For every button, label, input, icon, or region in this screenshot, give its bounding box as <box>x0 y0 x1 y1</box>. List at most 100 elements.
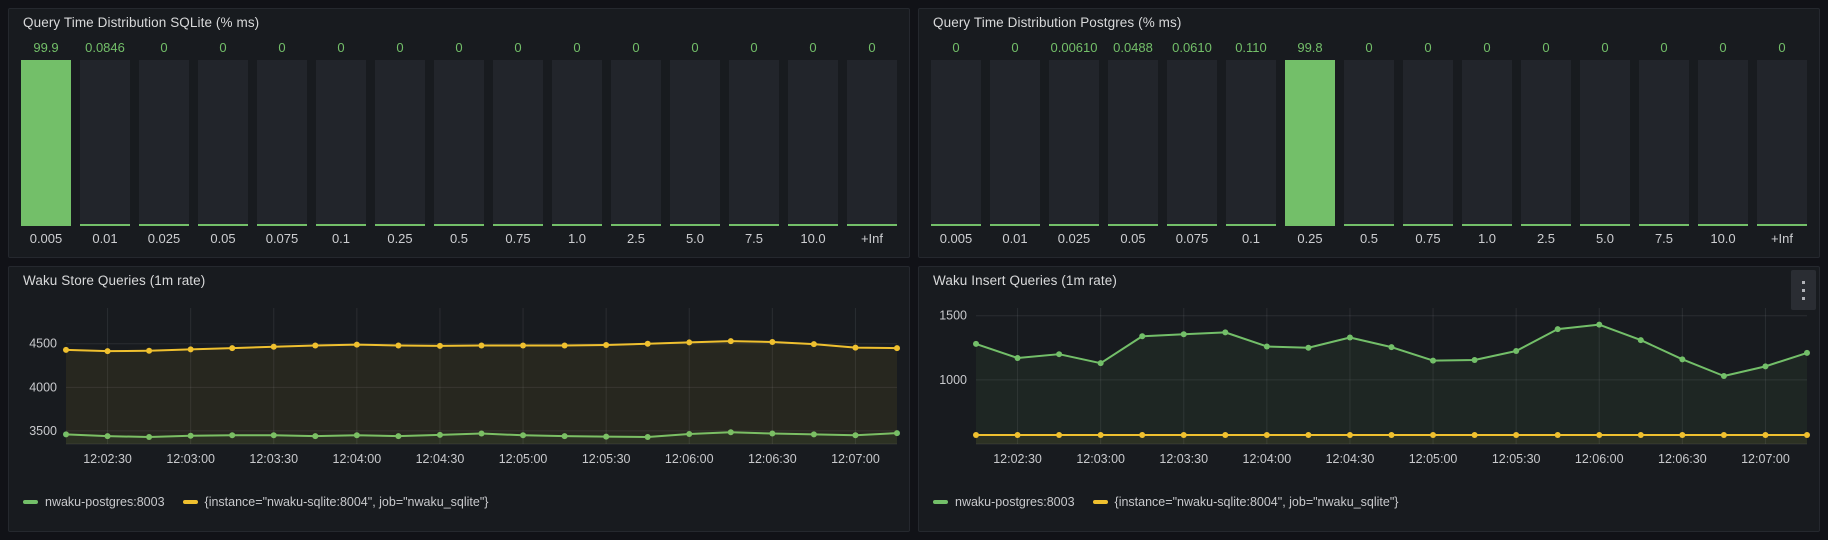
panel-title[interactable]: Waku Insert Queries (1m rate) <box>919 267 1819 290</box>
histogram-bar-group: 00.05 <box>198 38 248 246</box>
histogram-bar[interactable] <box>1167 60 1217 226</box>
chart-legend: nwaku-postgres:8003 {instance="nwaku-sqli… <box>9 492 909 509</box>
x-tick-label: 0.25 <box>375 226 425 246</box>
legend-swatch-icon <box>1093 500 1108 504</box>
x-tick-label: 0.075 <box>1167 226 1217 246</box>
histogram-bar[interactable] <box>21 60 71 226</box>
series-point <box>354 342 360 348</box>
histogram-postgres: 00.00500.010.006100.0250.04880.050.06100… <box>919 32 1819 246</box>
histogram-bar[interactable] <box>1403 60 1453 226</box>
x-tick-label: 12:06:00 <box>1575 452 1624 466</box>
x-tick-label: 0.075 <box>257 226 307 246</box>
histogram-bar[interactable] <box>1462 60 1512 226</box>
panel-title[interactable]: Query Time Distribution SQLite (% ms) <box>9 9 909 32</box>
x-tick-label: 12:05:30 <box>1492 452 1541 466</box>
histogram-bar[interactable] <box>434 60 484 226</box>
histogram-bar[interactable] <box>1226 60 1276 226</box>
panel-title[interactable]: Query Time Distribution Postgres (% ms) <box>919 9 1819 32</box>
histogram-bar[interactable] <box>1108 60 1158 226</box>
histogram-bar[interactable] <box>1698 60 1748 226</box>
series-point <box>1222 432 1228 438</box>
histogram-bar-group: 00.1 <box>316 38 366 246</box>
legend-label: nwaku-postgres:8003 <box>45 495 165 509</box>
bar-value-label: 0 <box>990 38 1040 57</box>
histogram-bar[interactable] <box>257 60 307 226</box>
histogram-bar[interactable] <box>375 60 425 226</box>
x-tick-label: 12:06:30 <box>748 452 797 466</box>
histogram-bar[interactable] <box>729 60 779 226</box>
histogram-bar[interactable] <box>198 60 248 226</box>
timeseries-chart[interactable]: 35004000450012:02:3012:03:0012:03:3012:0… <box>9 294 909 492</box>
histogram-bar[interactable] <box>931 60 981 226</box>
histogram-bar-group: 02.5 <box>1521 38 1571 246</box>
histogram-bar-fill <box>1108 224 1158 226</box>
x-tick-label: 12:03:30 <box>1159 452 1208 466</box>
histogram-bar[interactable] <box>139 60 189 226</box>
histogram-bar-fill <box>1639 224 1689 226</box>
histogram-bar-fill <box>1403 224 1453 226</box>
histogram-bar[interactable] <box>670 60 720 226</box>
histogram-bar[interactable] <box>1344 60 1394 226</box>
x-tick-label: 12:02:30 <box>83 452 132 466</box>
series-point <box>728 338 734 344</box>
histogram-bar[interactable] <box>1285 60 1335 226</box>
x-tick-label: 12:07:00 <box>1741 452 1790 466</box>
histogram-bar[interactable] <box>493 60 543 226</box>
x-tick-label: 0.005 <box>21 226 71 246</box>
series-point <box>1638 337 1644 343</box>
histogram-bar[interactable] <box>552 60 602 226</box>
series-point <box>1222 329 1228 335</box>
timeseries-chart[interactable]: 1000150012:02:3012:03:0012:03:3012:04:00… <box>919 294 1819 492</box>
histogram-bar-fill <box>80 224 130 226</box>
histogram-bar[interactable] <box>1049 60 1099 226</box>
histogram-bar[interactable] <box>1580 60 1630 226</box>
x-tick-label: 7.5 <box>1639 226 1689 246</box>
histogram-bar-group: 0+Inf <box>1757 38 1807 246</box>
series-point <box>811 341 817 347</box>
histogram-bar[interactable] <box>788 60 838 226</box>
bar-value-label: 0 <box>552 38 602 57</box>
histogram-sqlite: 99.90.0050.08460.0100.02500.0500.07500.1… <box>9 32 909 246</box>
x-tick-label: 1.0 <box>552 226 602 246</box>
x-tick-label: 0.025 <box>1049 226 1099 246</box>
histogram-bar-group: 0.006100.025 <box>1049 38 1099 246</box>
panel-waku-insert-queries: Waku Insert Queries (1m rate) 1000150012… <box>918 266 1820 532</box>
histogram-bar[interactable] <box>316 60 366 226</box>
series-point <box>562 342 568 348</box>
x-tick-label: 0.25 <box>1285 226 1335 246</box>
legend-item[interactable]: {instance="nwaku-sqlite:8004", job="nwak… <box>1093 495 1399 509</box>
x-tick-label: 12:05:30 <box>582 452 631 466</box>
bar-value-label: 0 <box>1757 38 1807 57</box>
series-point <box>1139 432 1145 438</box>
histogram-bar[interactable] <box>611 60 661 226</box>
histogram-bar[interactable] <box>1639 60 1689 226</box>
bar-value-label: 0 <box>788 38 838 57</box>
x-tick-label: 12:03:00 <box>1076 452 1125 466</box>
series-point <box>229 345 235 351</box>
x-tick-label: 12:03:00 <box>166 452 215 466</box>
series-point <box>1015 355 1021 361</box>
histogram-bar-fill <box>257 224 307 226</box>
histogram-bar-fill <box>611 224 661 226</box>
histogram-bar-group: 00.025 <box>139 38 189 246</box>
legend-item[interactable]: nwaku-postgres:8003 <box>933 495 1075 509</box>
series-point <box>1555 326 1561 332</box>
histogram-bar-fill <box>1521 224 1571 226</box>
panel-title[interactable]: Waku Store Queries (1m rate) <box>9 267 909 290</box>
panel-menu-icon[interactable] <box>1791 270 1816 310</box>
x-tick-label: 5.0 <box>670 226 720 246</box>
x-tick-label: 12:05:00 <box>1409 452 1458 466</box>
panel-waku-store-queries: Waku Store Queries (1m rate) 35004000450… <box>8 266 910 532</box>
histogram-bar[interactable] <box>1521 60 1571 226</box>
histogram-bar[interactable] <box>847 60 897 226</box>
bar-value-label: 0 <box>316 38 366 57</box>
histogram-bar[interactable] <box>1757 60 1807 226</box>
series-point <box>1181 331 1187 337</box>
legend-item[interactable]: nwaku-postgres:8003 <box>23 495 165 509</box>
histogram-bar[interactable] <box>80 60 130 226</box>
bar-value-label: 0 <box>375 38 425 57</box>
histogram-bar[interactable] <box>990 60 1040 226</box>
x-tick-label: 12:04:30 <box>416 452 465 466</box>
legend-item[interactable]: {instance="nwaku-sqlite:8004", job="nwak… <box>183 495 489 509</box>
bar-value-label: 0 <box>434 38 484 57</box>
